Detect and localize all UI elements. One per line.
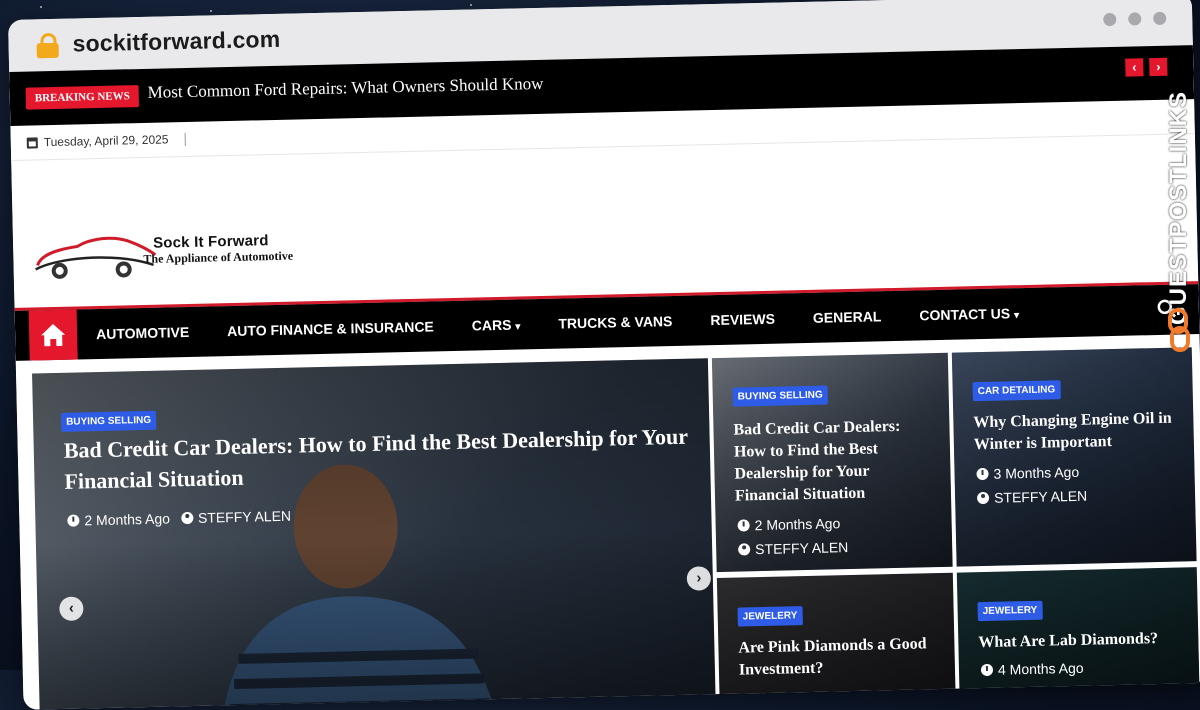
user-icon (180, 511, 194, 525)
home-button[interactable] (28, 309, 78, 361)
web-page: BREAKING NEWS Most Common Ford Repairs: … (9, 45, 1200, 710)
menu-list: AUTOMOTIVE AUTO FINANCE & INSURANCE CARS… (77, 288, 1039, 360)
user-icon (976, 491, 990, 505)
menu-item-label: CARS (471, 316, 512, 334)
car-logo-icon (35, 236, 157, 279)
logo-tagline: The Appliance of Automotive (143, 248, 294, 266)
post-time: 2 Months Ago (754, 515, 841, 534)
chevron-down-icon: ▾ (515, 321, 521, 333)
post-author[interactable]: STEFFY ALEN (198, 508, 291, 526)
post-title[interactable]: Are Pink Diamonds a Good Investment? (738, 633, 939, 682)
chevron-left-icon[interactable]: ‹ (1125, 58, 1144, 77)
chain-link-icon (1168, 308, 1190, 352)
post-author[interactable]: STEFFY ALEN (755, 539, 848, 557)
clock-icon (976, 467, 989, 481)
menu-item-general[interactable]: GENERAL (794, 308, 901, 326)
image-overlay (951, 347, 1197, 567)
menu-item-label: CONTACT US (919, 305, 1011, 324)
post-card[interactable]: JEWELERY What Are Lab Diamonds? 4 Months… (956, 567, 1200, 703)
address-bar[interactable]: sockitforward.com (72, 26, 280, 58)
calendar-icon (26, 136, 38, 149)
menu-item-cars[interactable]: CARS ▾ (453, 316, 540, 334)
watermark-text: GUESTPOSTLINKS (1165, 90, 1192, 325)
post-card[interactable]: JEWELERY Are Pink Diamonds a Good Invest… (716, 572, 956, 709)
post-time: 3 Months Ago (993, 463, 1080, 482)
menu-item-reviews[interactable]: REVIEWS (691, 310, 794, 328)
watermark: GUESTPOSTLINKS (1162, 58, 1196, 358)
breaking-news-label: BREAKING NEWS (25, 85, 140, 110)
category-badge[interactable]: JEWELERY (977, 600, 1043, 622)
chevron-down-icon: ▾ (1013, 310, 1020, 322)
post-meta: 4 Months Ago (980, 659, 1084, 678)
post-meta: STEFFY ALEN (976, 488, 1087, 506)
current-date: Tuesday, April 29, 2025 (43, 132, 169, 150)
clock-icon (67, 514, 80, 527)
post-card[interactable]: CAR DETAILING Why Changing Engine Oil in… (951, 347, 1197, 567)
menu-item-trucks-vans[interactable]: TRUCKS & VANS (539, 313, 691, 332)
site-logo[interactable]: Sock It Forward The Appliance of Automot… (31, 225, 312, 283)
lock-icon (36, 32, 59, 59)
menu-item-automotive[interactable]: AUTOMOTIVE (77, 324, 208, 343)
category-badge[interactable]: BUYING SELLING (60, 410, 157, 432)
star (210, 10, 212, 12)
category-badge[interactable]: BUYING SELLING (732, 385, 828, 407)
user-icon (738, 543, 751, 556)
dot-icon (1128, 12, 1142, 26)
clock-icon (737, 519, 750, 532)
post-meta: STEFFY ALEN (738, 539, 848, 557)
browser-window: sockitforward.com BREAKING NEWS Most Com… (8, 0, 1200, 710)
window-menu-dots[interactable] (1103, 11, 1167, 27)
post-time: 4 Months Ago (997, 659, 1084, 678)
dot-icon (1103, 12, 1117, 27)
post-meta: 3 Months Ago (976, 464, 1079, 482)
post-card[interactable]: BUYING SELLING Bad Credit Car Dealers: H… (711, 352, 953, 573)
star (40, 6, 42, 8)
date-bar: Tuesday, April 29, 2025 (26, 132, 186, 150)
category-badge[interactable]: JEWELERY (737, 606, 803, 627)
home-icon (41, 324, 66, 347)
post-author[interactable]: STEFFY ALEN (994, 488, 1087, 506)
star (470, 4, 472, 6)
dot-icon (1153, 11, 1167, 26)
post-meta: 2 Months Ago (737, 515, 840, 533)
menu-item-auto-finance-insurance[interactable]: AUTO FINANCE & INSURANCE (208, 318, 453, 340)
divider (184, 132, 186, 146)
menu-item-contact-us[interactable]: CONTACT US ▾ (900, 305, 1038, 324)
divider (11, 133, 1195, 161)
post-title[interactable]: Why Changing Engine Oil in Winter is Imp… (973, 408, 1174, 457)
category-badge[interactable]: CAR DETAILING (972, 380, 1061, 402)
featured-slider[interactable]: BUYING SELLING Bad Credit Car Dealers: H… (32, 358, 716, 710)
post-time: 2 Months Ago (84, 510, 171, 529)
post-title[interactable]: Bad Credit Car Dealers: How to Find the … (733, 415, 925, 507)
breaking-news-headline[interactable]: Most Common Ford Repairs: What Owners Sh… (147, 74, 543, 103)
